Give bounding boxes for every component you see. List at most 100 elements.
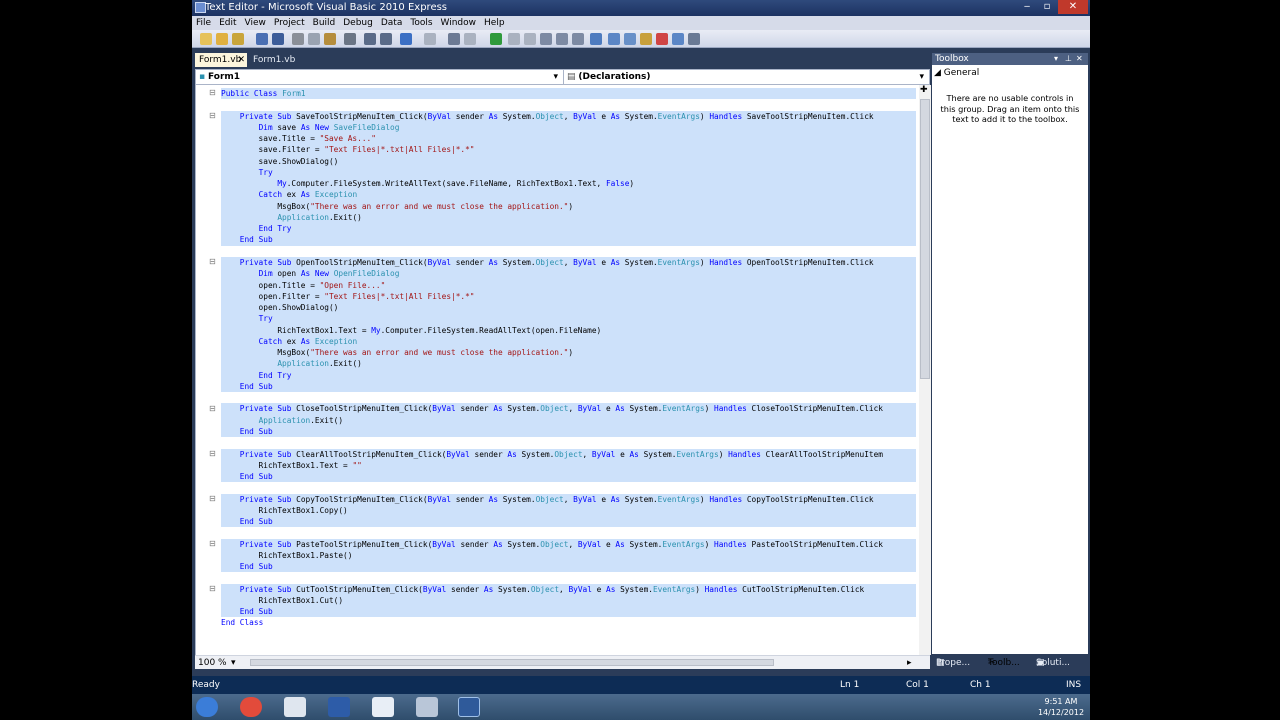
menu-help[interactable]: Help [480,16,509,30]
code-line[interactable]: Catch ex As Exception [221,189,916,201]
code-line[interactable] [221,437,916,448]
find-results-icon[interactable] [590,33,602,45]
code-line[interactable] [221,527,916,538]
code-line[interactable]: Try [221,313,916,325]
code-line[interactable]: Private Sub CopyToolStripMenuItem_Click(… [221,493,916,505]
add-item-icon[interactable] [232,33,244,45]
code-line[interactable]: Private Sub CutToolStripMenuItem_Click(B… [221,583,916,595]
vertical-scrollbar[interactable]: ✚ [919,85,931,655]
code-line[interactable] [221,392,916,403]
window-taskbar-icon[interactable] [372,697,394,717]
zoom-chevron-icon[interactable]: ▾ [231,656,236,670]
pin-icon[interactable]: ⊥ [1065,53,1072,65]
menu-build[interactable]: Build [309,16,340,30]
code-line[interactable]: Catch ex As Exception [221,335,916,348]
menu-debug[interactable]: Debug [339,16,377,30]
class-name-combo[interactable]: ▪ Form1 ▾ [196,70,561,84]
undo-icon[interactable] [400,33,412,45]
start-button-icon[interactable] [196,697,218,717]
code-line[interactable]: Public Class Form1 [221,88,916,100]
code-text[interactable]: Public Class Form1 Private Sub SaveToolS… [221,88,916,629]
open-file-icon[interactable] [216,33,228,45]
split-editor-icon[interactable]: ✚ [920,85,928,95]
code-line[interactable]: My.Computer.FileSystem.WriteAllText(save… [221,178,916,190]
visual-basic-taskbar-icon[interactable] [458,697,480,717]
tab-form1-vb[interactable]: Form1.vb ✕ [195,53,247,67]
menu-edit[interactable]: Edit [215,16,240,30]
code-line[interactable] [221,246,916,257]
code-line[interactable]: Dim open As New OpenFileDialog [221,268,916,280]
code-editor[interactable]: ⊟ ⊟ ⊟ ⊟ ⊟ ⊟ ⊟ ⊟ Public Class Form1 Private Sub … [195,85,931,655]
notepad-taskbar-icon[interactable] [284,697,306,717]
stop-icon[interactable] [524,33,536,45]
code-line[interactable]: End Sub [221,561,916,573]
code-line[interactable]: Dim save As New SaveFileDialog [221,121,916,134]
start-debugging-icon[interactable] [490,33,502,45]
code-line[interactable]: open.ShowDialog() [221,302,916,314]
code-line[interactable]: End Try [221,369,916,381]
code-line[interactable]: End Sub [221,471,916,483]
vertical-scroll-thumb[interactable] [920,99,930,379]
code-line[interactable]: End Sub [221,380,916,393]
menu-data[interactable]: Data [377,16,407,30]
minimize-button[interactable]: ‒ [1018,0,1036,14]
find-icon[interactable] [344,33,356,45]
code-line[interactable] [221,99,916,110]
collapse-region-icon[interactable]: ⊟ [209,111,216,120]
collapse-region-icon[interactable]: ⊟ [209,257,216,266]
code-line[interactable] [221,482,916,493]
menu-tools[interactable]: Tools [406,16,436,30]
paste-icon[interactable] [324,33,336,45]
uncomment-icon[interactable] [380,33,392,45]
toolbox-toolbar-icon[interactable] [656,33,668,45]
zoom-level[interactable]: 100 % [198,656,227,670]
code-line[interactable]: RichTextBox1.Cut() [221,594,916,607]
code-line[interactable]: Try [221,166,916,179]
close-panel-icon[interactable]: ✕ [1076,53,1083,65]
method-name-combo[interactable]: ▤ (Declarations) ▾ [563,70,927,84]
code-line[interactable]: Private Sub PasteToolStripMenuItem_Click… [221,538,916,550]
pause-icon[interactable] [508,33,520,45]
navigate-forward-icon[interactable] [464,33,476,45]
code-line[interactable]: RichTextBox1.Paste() [221,549,916,562]
code-line[interactable]: End Sub [221,516,916,528]
code-line[interactable]: open.Filter = "Text Files|*.txt|All File… [221,290,916,303]
menu-window[interactable]: Window [437,16,481,30]
collapse-region-icon[interactable]: ⊟ [209,404,216,413]
save-all-icon[interactable] [272,33,284,45]
collapse-region-icon[interactable]: ⊟ [209,449,216,458]
code-line[interactable]: save.Title = "Save As..." [221,133,916,145]
horizontal-scroll-thumb[interactable] [250,659,774,666]
code-line[interactable]: open.Title = "Open File..." [221,279,916,291]
cut-icon[interactable] [292,33,304,45]
code-line[interactable]: RichTextBox1.Text = My.Computer.FileSyst… [221,324,916,336]
code-line[interactable]: Application.Exit() [221,414,916,426]
code-line[interactable]: RichTextBox1.Text = "" [221,459,916,472]
code-line[interactable]: MsgBox("There was an error and we must c… [221,347,916,359]
chrome-taskbar-icon[interactable] [240,697,262,717]
code-line[interactable]: End Class [221,617,916,628]
menu-project[interactable]: Project [270,16,309,30]
redo-icon[interactable] [424,33,436,45]
collapse-region-icon[interactable]: ⊟ [209,88,216,97]
properties-window-icon[interactable] [624,33,636,45]
scroll-right-icon[interactable]: ▸ [907,656,912,670]
new-project-icon[interactable] [200,33,212,45]
tab-form1-design[interactable]: Form1.vb [Design] [249,53,329,79]
code-line[interactable]: Private Sub OpenToolStripMenuItem_Click(… [221,256,916,269]
code-line[interactable]: save.Filter = "Text Files|*.txt|All File… [221,144,916,156]
code-line[interactable]: End Try [221,223,916,235]
solution-explorer-icon[interactable] [608,33,620,45]
code-line[interactable]: End Sub [221,234,916,246]
object-browser-icon[interactable] [640,33,652,45]
code-line[interactable] [221,572,916,583]
collapse-region-icon[interactable]: ⊟ [209,494,216,503]
code-line[interactable]: MsgBox("There was an error and we must c… [221,200,916,212]
collapse-region-icon[interactable]: ⊟ [209,584,216,593]
code-line[interactable]: End Sub [221,606,916,618]
menu-file[interactable]: File [192,16,215,30]
code-line[interactable]: save.ShowDialog() [221,155,916,167]
code-line[interactable]: End Sub [221,425,916,438]
maximize-button[interactable]: ▫ [1038,0,1056,14]
collapse-region-icon[interactable]: ⊟ [209,539,216,548]
